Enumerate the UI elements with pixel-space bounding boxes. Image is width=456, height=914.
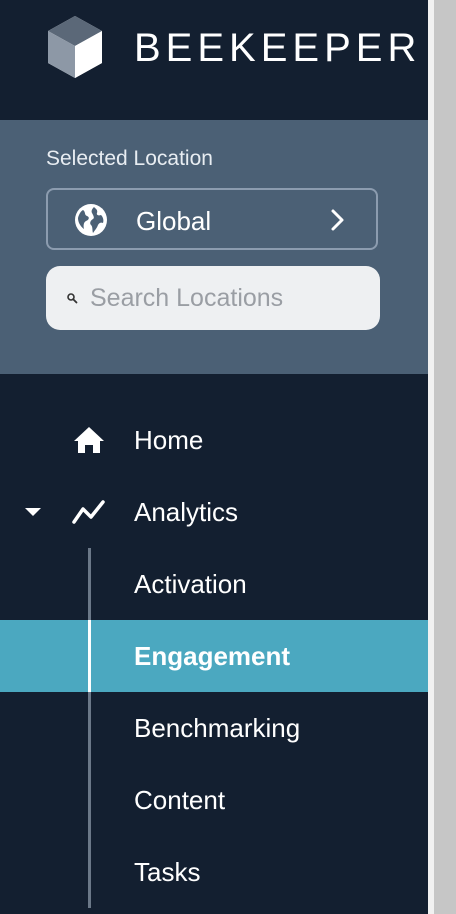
caret-down-icon[interactable] [24,506,42,518]
scrollbar-thumb[interactable] [434,0,456,914]
location-select[interactable]: Global [46,188,378,250]
nav-item-activation[interactable]: Activation [0,548,428,620]
nav-item-analytics[interactable]: Analytics [0,476,428,548]
nav-item-tasks[interactable]: Tasks [0,836,428,908]
nav-item-engagement[interactable]: Engagement [0,620,428,692]
nav-label-engagement: Engagement [134,641,291,671]
chevron-right-icon [331,209,344,231]
nav-label-tasks: Tasks [134,857,201,887]
trend-line-icon [72,500,105,524]
location-panel: Selected Location Global [0,120,428,374]
active-indicator [88,620,91,692]
logo-bar: BEEKEEPER [0,0,428,120]
brand-name: BEEKEEPER [134,26,422,70]
nav-item-content[interactable]: Content [0,764,428,836]
nav-label-analytics: Analytics [134,497,239,527]
location-search-box[interactable] [46,266,380,330]
selected-location-label: Selected Location [46,147,213,170]
beekeeper-logo-icon [48,16,102,78]
nav-item-home[interactable]: Home [0,404,428,476]
location-search-input[interactable] [90,280,360,316]
nav-label-content: Content [134,785,226,815]
nav-label-activation: Activation [134,569,247,599]
nav-label-benchmarking: Benchmarking [134,713,301,743]
nav-item-benchmarking[interactable]: Benchmarking [0,692,428,764]
search-icon [67,293,78,304]
home-icon [74,427,104,453]
sidebar: BEEKEEPER Selected Location Global Searc… [0,0,428,914]
globe-icon [75,204,107,236]
nav-label-home: Home [134,425,204,455]
selected-location-value: Global [136,206,212,236]
